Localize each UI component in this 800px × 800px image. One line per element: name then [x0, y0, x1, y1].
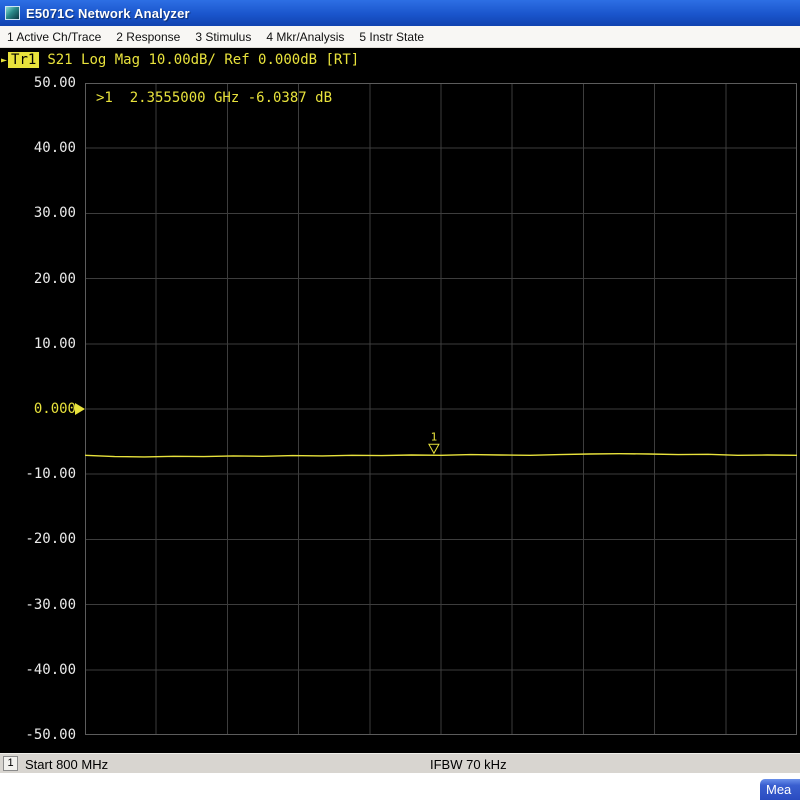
- reference-level-arrow-icon: [75, 403, 85, 415]
- y-tick-label: -50.00: [0, 727, 76, 743]
- status-bar: 1 Start 800 MHz IFBW 70 kHz: [0, 753, 800, 773]
- start-frequency-label: Start 800 MHz: [25, 757, 108, 772]
- y-tick-label: 40.00: [0, 140, 76, 156]
- trace1-label[interactable]: Tr1: [8, 52, 39, 68]
- meas-button-partial[interactable]: Mea: [760, 779, 800, 800]
- y-tick-label: 20.00: [0, 271, 76, 287]
- marker1-symbol: [429, 444, 439, 453]
- window-title: E5071C Network Analyzer: [26, 6, 190, 21]
- bottom-strip: Mea: [0, 773, 800, 800]
- trace1-settings: S21 Log Mag 10.00dB/ Ref 0.000dB [RT]: [47, 52, 359, 68]
- channel-indicator: 1: [3, 756, 18, 771]
- menu-mkr-analysis[interactable]: 4 Mkr/Analysis: [266, 30, 344, 44]
- y-tick-label: 10.00: [0, 336, 76, 352]
- marker-readout: >1 2.3555000 GHz -6.0387 dB: [96, 90, 332, 106]
- analyzer-screen: ► Tr1 S21 Log Mag 10.00dB/ Ref 0.000dB […: [0, 48, 800, 753]
- ifbw-label: IFBW 70 kHz: [430, 757, 507, 772]
- grid-lines: [85, 83, 797, 735]
- active-trace-arrow-icon: ►: [1, 55, 7, 66]
- graticule: 1: [85, 83, 797, 735]
- trace-status-bar: ► Tr1 S21 Log Mag 10.00dB/ Ref 0.000dB […: [0, 48, 359, 72]
- y-tick-label: 30.00: [0, 205, 76, 221]
- app-icon: [5, 6, 20, 20]
- menubar: 1 Active Ch/Trace 2 Response 3 Stimulus …: [0, 26, 800, 48]
- y-tick-label: -10.00: [0, 466, 76, 482]
- menu-response[interactable]: 2 Response: [116, 30, 180, 44]
- menu-active-ch-trace[interactable]: 1 Active Ch/Trace: [7, 30, 101, 44]
- y-tick-label: -30.00: [0, 597, 76, 613]
- marker1-number: 1: [431, 430, 438, 443]
- y-tick-label: 50.00: [0, 75, 76, 91]
- network-analyzer-window: E5071C Network Analyzer 1 Active Ch/Trac…: [0, 0, 800, 800]
- y-tick-label: 0.000: [0, 401, 76, 417]
- y-tick-label: -40.00: [0, 662, 76, 678]
- titlebar[interactable]: E5071C Network Analyzer: [0, 0, 800, 26]
- menu-stimulus[interactable]: 3 Stimulus: [195, 30, 251, 44]
- menu-instr-state[interactable]: 5 Instr State: [359, 30, 424, 44]
- plot-area: 50.00 40.00 30.00 20.00 10.00 0.000 -10.00 -20.…: [0, 72, 800, 753]
- y-tick-label: -20.00: [0, 531, 76, 547]
